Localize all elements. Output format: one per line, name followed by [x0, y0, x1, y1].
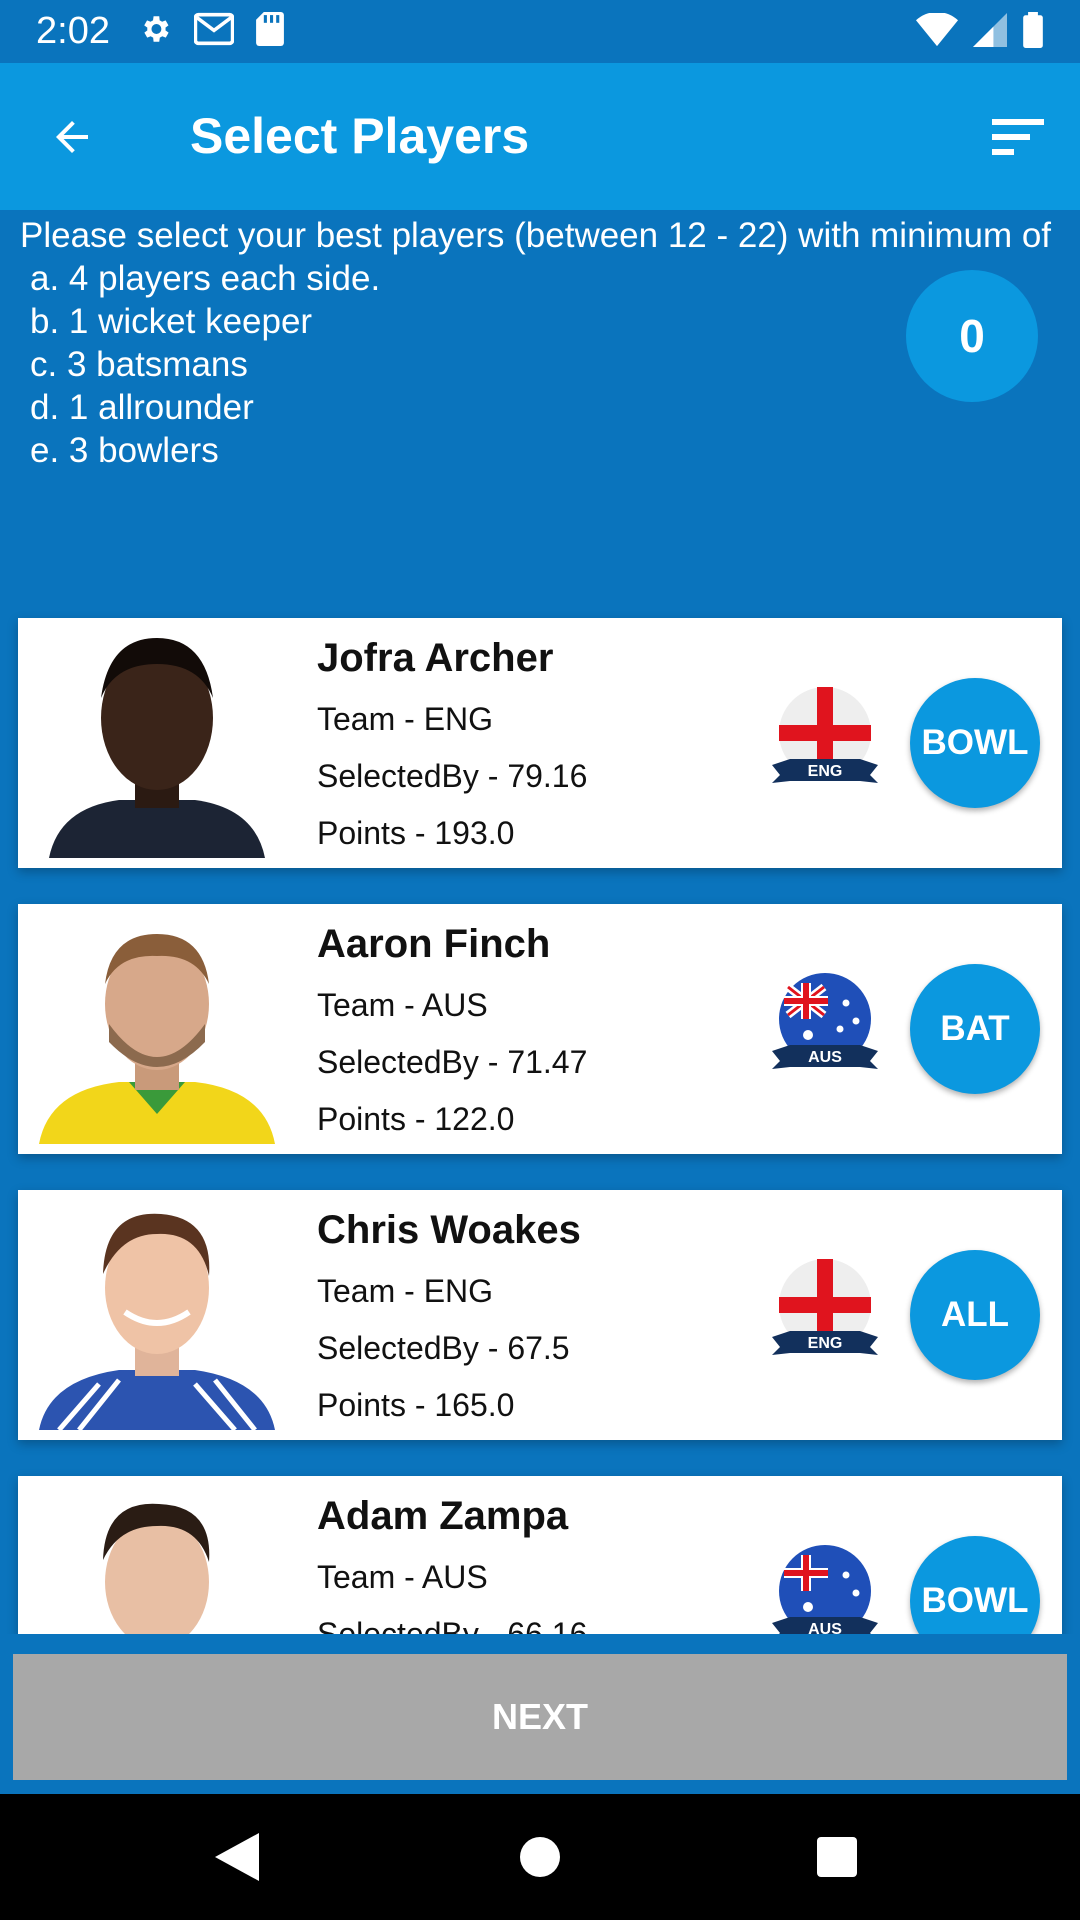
player-name: Adam Zampa [317, 1494, 569, 1538]
team-flag-ball: ENG [768, 1255, 882, 1369]
status-bar: 2:02 [0, 0, 1080, 63]
instructions-panel: Please select your best players (between… [0, 210, 1080, 600]
flag-label: AUS [808, 1621, 842, 1634]
player-team: Team - ENG [317, 701, 494, 737]
team-flag-ball: AUS [768, 1541, 882, 1634]
system-nav-bar [0, 1794, 1080, 1920]
recents-square-icon [817, 1837, 857, 1877]
sd-card-icon [256, 12, 284, 46]
status-icons-left [138, 12, 284, 46]
nav-home-button[interactable] [507, 1824, 573, 1890]
player-photo [39, 1486, 275, 1634]
team-flag-ball: AUS [768, 969, 882, 1083]
team-flag-ball: ENG [768, 683, 882, 797]
role-button[interactable]: BAT [910, 964, 1040, 1094]
player-list[interactable]: Jofra Archer Team - ENG SelectedBy - 79.… [0, 600, 1080, 1634]
player-name: Aaron Finch [317, 922, 551, 966]
player-card[interactable]: Jofra Archer Team - ENG SelectedBy - 79.… [18, 618, 1062, 868]
gear-icon [144, 16, 169, 42]
selected-count-badge: 0 [906, 270, 1038, 402]
app-bar: Select Players [0, 63, 1080, 210]
flag-label: ENG [808, 1335, 843, 1352]
next-button[interactable]: NEXT [13, 1654, 1067, 1780]
rule-item: e. 3 bowlers [30, 431, 219, 470]
player-name: Jofra Archer [317, 636, 554, 680]
player-card[interactable]: Chris Woakes Team - ENG SelectedBy - 67.… [18, 1190, 1062, 1440]
instructions-heading: Please select your best players (between… [20, 216, 1052, 255]
back-button[interactable] [40, 105, 104, 169]
page-title: Select Players [190, 108, 530, 164]
nav-back-button[interactable] [204, 1824, 270, 1890]
sort-icon [992, 119, 1044, 155]
home-circle-icon [520, 1837, 560, 1877]
nav-recents-button[interactable] [804, 1824, 870, 1890]
player-card[interactable]: Aaron Finch Team - AUS SelectedBy - 71.4… [18, 904, 1062, 1154]
player-team: Team - AUS [317, 1559, 488, 1595]
battery-icon [1023, 12, 1043, 48]
status-time: 2:02 [36, 10, 110, 52]
player-photo [39, 1200, 275, 1430]
rule-item: d. 1 allrounder [30, 388, 254, 427]
role-button[interactable]: BOWL [910, 678, 1040, 808]
arrow-left-icon [56, 121, 88, 153]
player-photo [39, 914, 275, 1144]
signal-icon [973, 13, 1007, 47]
role-button[interactable]: ALL [910, 1250, 1040, 1380]
player-selected-by: SelectedBy - 67.5 [317, 1330, 570, 1366]
sort-button[interactable] [986, 105, 1050, 169]
flag-label: AUS [808, 1049, 842, 1066]
back-triangle-icon [215, 1833, 259, 1881]
gmail-icon [194, 12, 234, 46]
role-button[interactable]: BOWL [910, 1536, 1040, 1634]
status-icons-right [916, 12, 1044, 48]
wifi-icon [916, 13, 958, 47]
player-selected-by: SelectedBy - 66.16 [317, 1616, 588, 1634]
player-name: Chris Woakes [317, 1208, 581, 1252]
player-points: Points - 122.0 [317, 1101, 515, 1137]
player-photo [39, 628, 275, 858]
player-points: Points - 165.0 [317, 1387, 515, 1423]
player-team: Team - AUS [317, 987, 488, 1023]
next-button-area: NEXT [0, 1634, 1080, 1794]
player-team: Team - ENG [317, 1273, 494, 1309]
player-selected-by: SelectedBy - 71.47 [317, 1044, 588, 1080]
player-points: Points - 193.0 [317, 815, 515, 851]
player-card[interactable]: Adam Zampa Team - AUS SelectedBy - 66.16… [18, 1476, 1062, 1634]
player-selected-by: SelectedBy - 79.16 [317, 758, 588, 794]
flag-label: ENG [808, 763, 843, 780]
